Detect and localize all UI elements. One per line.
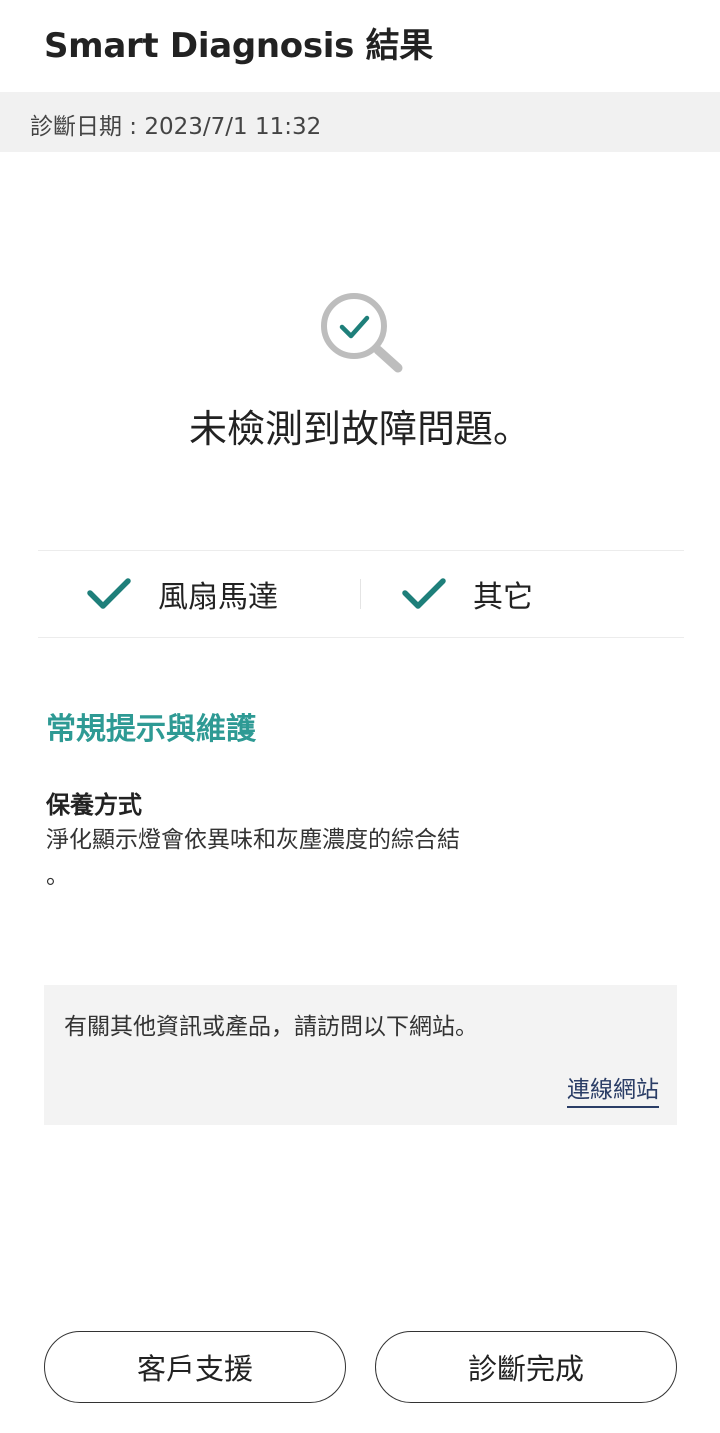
title-bar: Smart Diagnosis 結果	[0, 0, 720, 92]
check-divider	[360, 579, 361, 609]
tips-section-title: 常規提示與維護	[46, 712, 256, 747]
smart-diagnosis-result-screen: Smart Diagnosis 結果 診斷日期 : 2023/7/1 11:32…	[0, 0, 720, 1433]
info-text: 有關其他資訊或產品，請訪問以下網站。	[64, 1014, 478, 1040]
customer-support-button[interactable]: 客戶支援	[44, 1331, 346, 1403]
diagnosis-date-bar: 診斷日期 : 2023/7/1 11:32	[0, 92, 720, 152]
tip-body: 淨化顯示燈會依異味和灰塵濃度的綜合結 。	[46, 827, 460, 889]
checkmark-icon	[87, 578, 131, 609]
diagnosis-date: 診斷日期 : 2023/7/1 11:32	[30, 114, 322, 140]
diagnosis-done-button[interactable]: 診斷完成	[375, 1331, 677, 1403]
connect-website-link[interactable]: 連線網站	[567, 1070, 659, 1108]
magnifier-check-icon	[321, 293, 403, 373]
result-message: 未檢測到故障問題。	[188, 407, 531, 451]
tip-title: 保養方式	[46, 791, 142, 819]
page-title: Smart Diagnosis 結果	[44, 26, 434, 66]
checkmark-icon	[402, 578, 446, 609]
info-box: 有關其他資訊或產品，請訪問以下網站。 連線網站	[44, 985, 677, 1125]
diagnosis-check-row: 風扇馬達 其它	[38, 550, 684, 638]
check-item-label: 其它	[473, 580, 533, 615]
check-item-fan-motor: 風扇馬達	[86, 551, 278, 637]
check-item-other: 其它	[401, 551, 533, 637]
check-item-label: 風扇馬達	[158, 580, 278, 615]
